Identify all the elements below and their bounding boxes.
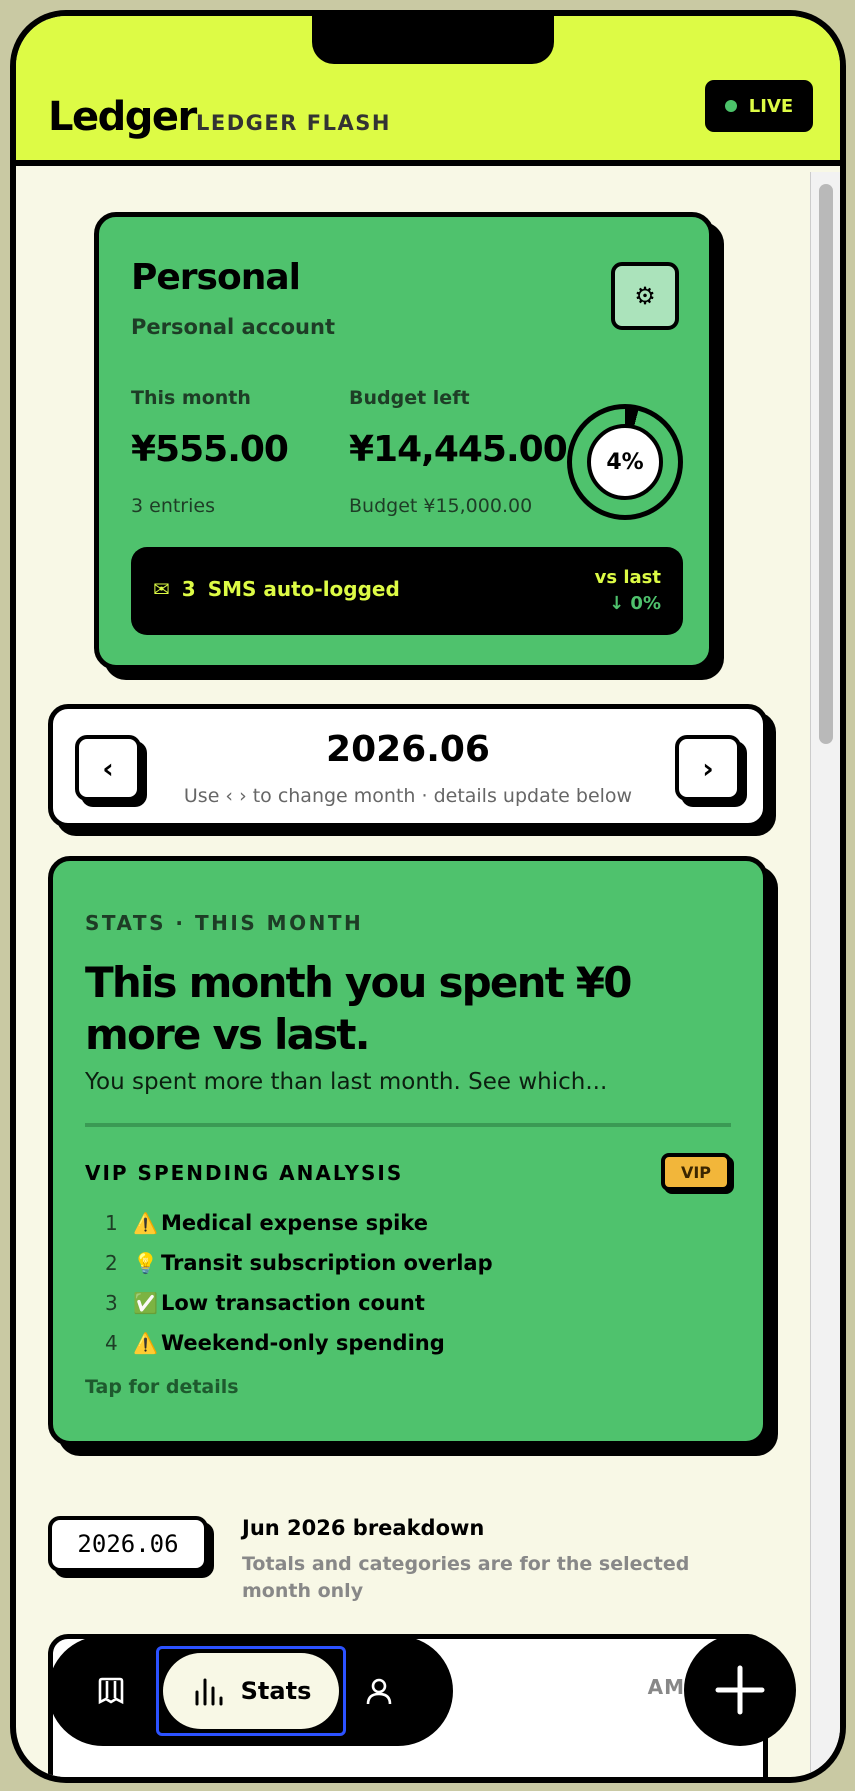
chevron-right-icon: › xyxy=(702,751,714,785)
insight-text: Weekend-only spending xyxy=(161,1331,445,1355)
budget-total: Budget ¥15,000.00 xyxy=(349,495,533,517)
vip-badge[interactable]: VIP xyxy=(661,1153,731,1191)
tab-ledger[interactable] xyxy=(86,1666,136,1716)
current-month: 2026.06 xyxy=(326,729,490,770)
this-month-label: This month xyxy=(131,387,251,409)
tab-stats[interactable]: Stats xyxy=(156,1646,346,1736)
plus-icon xyxy=(715,1665,765,1715)
insight-item[interactable]: 4 ⚠️ Weekend-only spending xyxy=(105,1323,493,1363)
stats-eyebrow: STATS · THIS MONTH xyxy=(85,911,364,935)
app-screen: Ledger LEDGER FLASH LIVE Personal Person… xyxy=(16,16,840,1777)
budget-progress-ring: 4% xyxy=(567,404,683,520)
insight-list: 1 ⚠️ Medical expense spike 2 💡 Transit s… xyxy=(105,1203,493,1363)
account-type: Personal account xyxy=(131,315,335,339)
insight-text: Low transaction count xyxy=(161,1291,425,1315)
lightbulb-icon: 💡 xyxy=(133,1251,158,1275)
warning-icon: ⚠️ xyxy=(133,1331,158,1355)
month-navigator: ‹ 2026.06 Use ‹ › to change month · deta… xyxy=(48,704,768,828)
insight-item[interactable]: 2 💡 Transit subscription overlap xyxy=(105,1243,493,1283)
warning-icon: ⚠️ xyxy=(133,1211,158,1235)
checkmark-icon: ✅ xyxy=(133,1291,158,1315)
insight-number: 2 xyxy=(105,1251,118,1275)
app-brand: Ledger xyxy=(48,94,197,140)
tab-stats-label: Stats xyxy=(240,1677,312,1705)
book-icon xyxy=(98,1677,124,1705)
stats-card[interactable]: STATS · THIS MONTH This month you spent … xyxy=(48,856,768,1446)
next-month-button[interactable]: › xyxy=(675,735,741,801)
vs-last-summary: vs last ↓ 0% xyxy=(595,565,661,617)
scrollbar-thumb[interactable] xyxy=(819,184,833,744)
live-badge[interactable]: LIVE xyxy=(705,80,813,132)
scrollbar[interactable] xyxy=(810,172,840,1777)
insight-text: Medical expense spike xyxy=(161,1211,428,1235)
insight-number: 4 xyxy=(105,1331,118,1355)
account-settings-button[interactable]: ⚙ xyxy=(611,262,679,330)
sms-summary: ✉ 3 SMS auto-logged xyxy=(153,577,400,601)
sms-summary-bar[interactable]: ✉ 3 SMS auto-logged vs last ↓ 0% xyxy=(131,547,683,635)
sms-label: SMS auto-logged xyxy=(207,577,400,601)
insight-item[interactable]: 1 ⚠️ Medical expense spike xyxy=(105,1203,493,1243)
tap-for-details-link[interactable]: Tap for details xyxy=(85,1376,239,1398)
insight-number: 1 xyxy=(105,1211,118,1235)
breakdown-date-chip: 2026.06 xyxy=(48,1516,208,1572)
divider xyxy=(85,1123,731,1127)
account-card[interactable]: Personal Personal account ⚙ This month ¥… xyxy=(94,212,714,670)
bottom-tab-bar: Stats xyxy=(48,1636,453,1746)
this-month-value: ¥555.00 xyxy=(131,429,289,470)
vip-analysis-title: VIP SPENDING ANALYSIS xyxy=(85,1161,404,1185)
stats-headline: This month you spent ¥0 more vs last. xyxy=(85,958,632,1059)
entries-count: 3 entries xyxy=(131,495,215,517)
vs-last-label: vs last xyxy=(594,567,661,588)
tab-stats-pill: Stats xyxy=(163,1653,339,1729)
breakdown-title: Jun 2026 breakdown xyxy=(242,1516,485,1540)
vs-last-value: ↓ 0% xyxy=(609,593,661,614)
live-dot-icon xyxy=(724,100,737,112)
app-brand-subtitle: LEDGER FLASH xyxy=(196,111,391,135)
insight-item[interactable]: 3 ✅ Low transaction count xyxy=(105,1283,493,1323)
bar-chart-icon xyxy=(195,1678,223,1706)
budget-left-label: Budget left xyxy=(349,387,470,409)
stats-description: You spent more than last month. See whic… xyxy=(85,1069,608,1095)
insight-text: Transit subscription overlap xyxy=(161,1251,493,1275)
gear-icon: ⚙ xyxy=(634,282,656,310)
person-icon xyxy=(366,1678,392,1705)
budget-left-value: ¥14,445.00 xyxy=(349,429,568,470)
month-hint: Use ‹ › to change month · details update… xyxy=(183,785,633,807)
device-notch xyxy=(312,16,554,64)
live-label: LIVE xyxy=(748,95,794,117)
insight-number: 3 xyxy=(105,1291,118,1315)
breakdown-subtitle: Totals and categories are for the select… xyxy=(242,1553,690,1602)
sms-count: 3 xyxy=(181,577,196,601)
add-entry-button[interactable] xyxy=(684,1634,796,1746)
tab-profile[interactable] xyxy=(354,1666,404,1716)
envelope-icon: ✉ xyxy=(153,577,170,601)
account-name: Personal xyxy=(131,257,301,298)
phone-frame: Ledger LEDGER FLASH LIVE Personal Person… xyxy=(10,10,846,1783)
budget-used-percent: 4% xyxy=(587,424,663,500)
